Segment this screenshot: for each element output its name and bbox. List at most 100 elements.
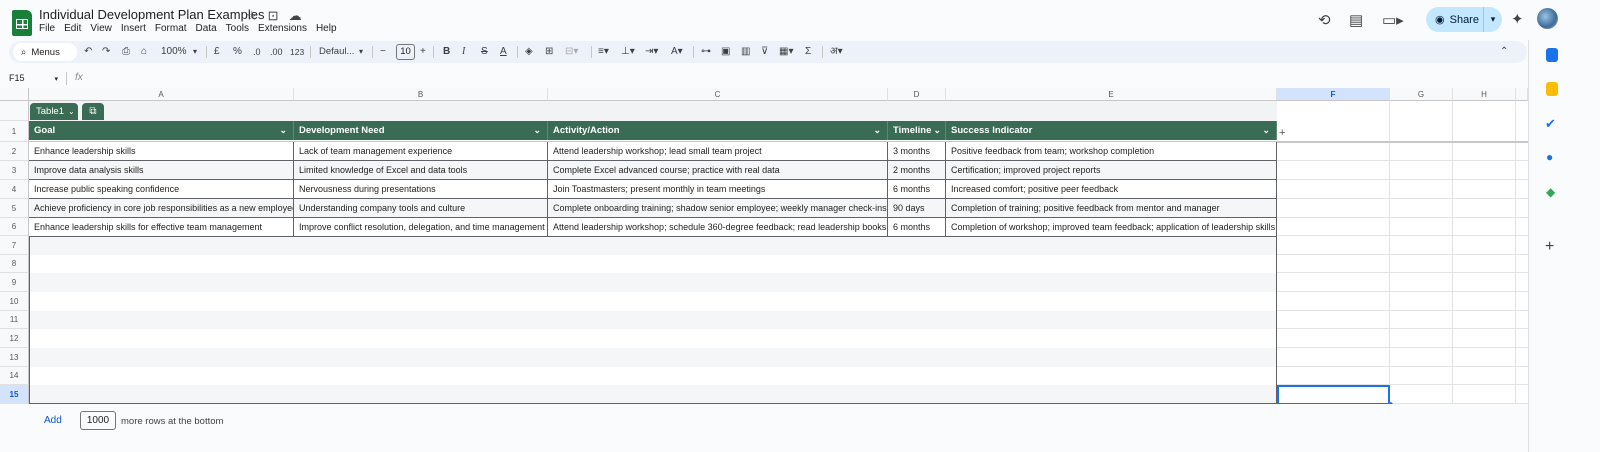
bold-button[interactable]: B (443, 44, 450, 60)
font-size-input[interactable]: 10 (396, 44, 415, 60)
vertical-align-icon[interactable]: ⊥▾ (621, 44, 635, 60)
table-header-goal[interactable]: Goal ⌄ (29, 121, 294, 140)
row-header-11[interactable]: 11 (0, 311, 29, 329)
insert-chart-icon[interactable]: ▥ (741, 44, 750, 60)
font-size-increase-button[interactable]: + (420, 44, 426, 60)
cloud-status-icon[interactable]: ☁ (289, 8, 302, 24)
input-tools-button[interactable]: अ▾ (830, 44, 843, 60)
cell-timeline[interactable]: 6 months (888, 180, 946, 199)
borders-icon[interactable]: ⊞ (545, 44, 553, 60)
cell-success-indicator[interactable]: Completion of workshop; improved team fe… (946, 218, 1277, 237)
column-menu-icon[interactable]: ⌄ (533, 121, 541, 140)
cell-timeline[interactable]: 90 days (888, 199, 946, 218)
add-rows-button[interactable]: Add (44, 415, 62, 426)
share-dropdown-icon[interactable]: ▾ (1484, 14, 1502, 25)
column-menu-icon[interactable]: ⌄ (279, 121, 287, 140)
cell-development-need[interactable]: Lack of team management experience (294, 142, 548, 161)
share-button[interactable]: ◉ Share ▾ (1426, 7, 1502, 32)
print-icon[interactable]: ⎙ (122, 44, 130, 60)
row-header-8[interactable]: 8 (0, 255, 29, 273)
menu-view[interactable]: View (90, 23, 112, 34)
number-format-button[interactable]: 123 (290, 44, 304, 60)
cell-goal[interactable]: Enhance leadership skills (29, 142, 294, 161)
column-header-e[interactable]: E (946, 88, 1277, 101)
row-header-10[interactable]: 10 (0, 292, 29, 311)
cell-success-indicator[interactable]: Increased comfort; positive peer feedbac… (946, 180, 1277, 199)
row-header-6[interactable]: 6 (0, 218, 29, 236)
column-menu-icon[interactable]: ⌄ (933, 121, 941, 140)
percent-format-button[interactable]: % (233, 44, 242, 60)
horizontal-align-icon[interactable]: ≡▾ (598, 44, 609, 60)
merge-cells-icon[interactable]: ⊟▾ (565, 44, 578, 60)
italic-button[interactable]: I (462, 44, 465, 60)
meet-icon[interactable]: ▭▸ (1382, 11, 1404, 29)
increase-decimal-button[interactable]: .00 (270, 44, 283, 60)
version-history-icon[interactable]: ⟲ (1318, 11, 1331, 29)
star-icon[interactable]: ☆ (246, 8, 258, 24)
menu-extensions[interactable]: Extensions (258, 23, 307, 34)
calendar-icon[interactable] (1546, 48, 1558, 62)
currency-format-button[interactable]: £ (214, 44, 220, 60)
row-header-4[interactable]: 4 (0, 180, 29, 199)
filter-icon[interactable]: ⊽ (761, 44, 768, 60)
redo-icon[interactable]: ↷ (102, 44, 110, 60)
menu-format[interactable]: Format (155, 23, 187, 34)
get-addons-icon[interactable]: + (1545, 238, 1554, 256)
cell-success-indicator[interactable]: Completion of training; positive feedbac… (946, 199, 1277, 218)
insert-link-icon[interactable]: ⊶ (701, 44, 711, 60)
tasks-icon[interactable]: ✔ (1545, 116, 1556, 132)
rows-count-input[interactable]: 1000 (80, 411, 116, 430)
cell-activity[interactable]: Join Toastmasters; present monthly in te… (548, 180, 888, 199)
row-header-3[interactable]: 3 (0, 161, 29, 180)
row-header-5[interactable]: 5 (0, 199, 29, 218)
row-header-1[interactable]: 1 (0, 121, 29, 142)
row-header-13[interactable]: 13 (0, 348, 29, 367)
cell-development-need[interactable]: Understanding company tools and culture (294, 199, 548, 218)
cell-goal[interactable]: Improve data analysis skills (29, 161, 294, 180)
column-header-b[interactable]: B (294, 88, 548, 101)
row-header-14[interactable]: 14 (0, 367, 29, 385)
document-title[interactable]: Individual Development Plan Examples (39, 7, 264, 22)
font-size-decrease-button[interactable]: − (380, 44, 386, 60)
column-header-d[interactable]: D (888, 88, 946, 101)
menu-help[interactable]: Help (316, 23, 337, 34)
table-name-chip[interactable]: Table1 ⌄ (30, 103, 78, 120)
column-menu-icon[interactable]: ⌄ (873, 121, 881, 140)
strikethrough-button[interactable]: S (481, 44, 488, 60)
column-header-g[interactable]: G (1390, 88, 1453, 101)
add-column-icon[interactable]: + (1279, 127, 1285, 139)
decrease-decimal-button[interactable]: .0 (253, 44, 261, 60)
cell-success-indicator[interactable]: Certification; improved project reports (946, 161, 1277, 180)
move-folder-icon[interactable]: ⊡ (268, 8, 279, 24)
contacts-icon[interactable]: ● (1546, 150, 1553, 164)
insert-comment-icon[interactable]: ▣ (721, 44, 730, 60)
cell-goal[interactable]: Increase public speaking confidence (29, 180, 294, 199)
cell-development-need[interactable]: Improve conflict resolution, delegation,… (294, 218, 548, 237)
keep-icon[interactable] (1546, 82, 1558, 96)
collapse-toolbar-icon[interactable]: ⌃ (1500, 44, 1508, 60)
row-header-7[interactable]: 7 (0, 236, 29, 255)
comments-icon[interactable]: ▤ (1349, 11, 1363, 29)
row-header-12[interactable]: 12 (0, 329, 29, 348)
cell-activity[interactable]: Complete Excel advanced course; practice… (548, 161, 888, 180)
cell-goal[interactable]: Achieve proficiency in core job responsi… (29, 199, 294, 218)
column-header-h[interactable]: H (1453, 88, 1516, 101)
cell-goal[interactable]: Enhance leadership skills for effective … (29, 218, 294, 237)
name-box[interactable]: F15 ▾ (9, 73, 58, 83)
paint-format-icon[interactable]: ⌂ (141, 44, 147, 60)
row-header-9[interactable]: 9 (0, 273, 29, 292)
row-header-15[interactable]: 15 (0, 385, 29, 404)
menu-insert[interactable]: Insert (121, 23, 146, 34)
menu-tools[interactable]: Tools (226, 23, 249, 34)
cell-development-need[interactable]: Limited knowledge of Excel and data tool… (294, 161, 548, 180)
cell-activity[interactable]: Attend leadership workshop; schedule 360… (548, 218, 888, 237)
functions-icon[interactable]: Σ (805, 44, 811, 60)
menu-file[interactable]: File (39, 23, 55, 34)
name-box-dropdown-icon[interactable]: ▾ (55, 76, 59, 83)
menu-edit[interactable]: Edit (64, 23, 81, 34)
sheets-logo-icon[interactable] (12, 10, 32, 36)
cell-timeline[interactable]: 6 months (888, 218, 946, 237)
avatar[interactable] (1537, 8, 1558, 29)
zoom-select[interactable]: 100% (161, 44, 187, 60)
cell-development-need[interactable]: Nervousness during presentations (294, 180, 548, 199)
